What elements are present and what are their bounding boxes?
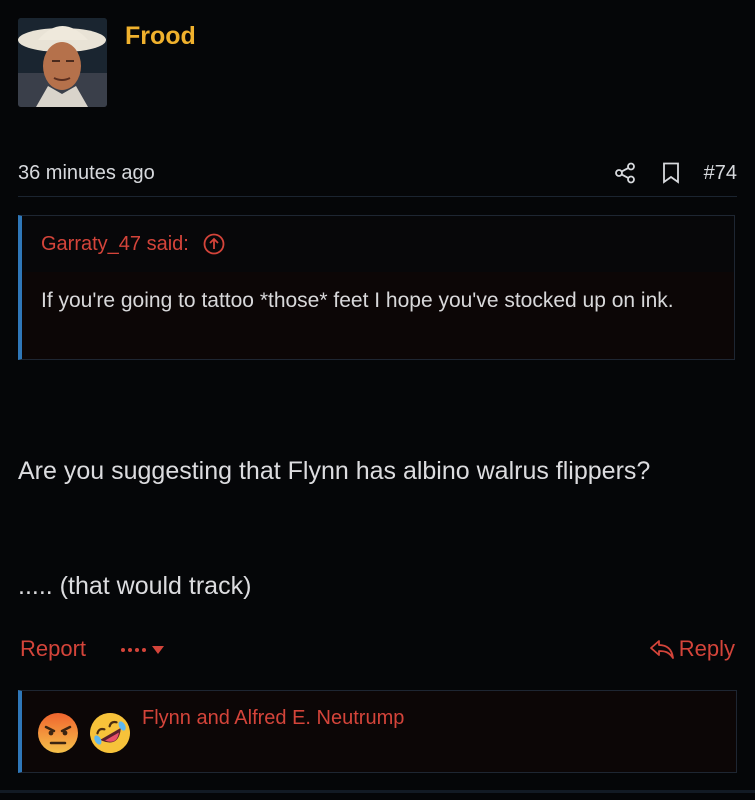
message-line-1: Are you suggesting that Flynn has albino…	[18, 457, 651, 485]
post-meta-row: 36 minutes ago #74	[18, 158, 737, 197]
forum-post: Frood 36 minutes ago #74 Garraty_47 said…	[0, 0, 755, 800]
bookmark-icon[interactable]	[662, 162, 680, 184]
circle-up-arrow-icon[interactable]	[203, 233, 225, 255]
author-name[interactable]: Frood	[125, 22, 196, 51]
avatar[interactable]	[18, 18, 107, 107]
post-actions: Report Reply	[20, 634, 735, 666]
share-icon[interactable]	[614, 162, 636, 184]
post-divider	[0, 790, 755, 793]
quote-header: Garraty_47 said:	[22, 216, 734, 272]
reply-arrow-icon	[649, 638, 675, 660]
post-meta-icons: #74	[614, 158, 737, 188]
ellipsis-dropdown-icon[interactable]	[120, 638, 166, 662]
quote-attribution[interactable]: Garraty_47 said:	[41, 233, 189, 256]
post-timestamp[interactable]: 36 minutes ago	[18, 162, 155, 185]
quote-block: Garraty_47 said: If you're going to tatt…	[18, 215, 735, 360]
reactors-list[interactable]: Flynn and Alfred E. Neutrump	[142, 707, 404, 730]
reply-button[interactable]: Reply	[649, 636, 735, 662]
post-number-link[interactable]: #74	[704, 162, 737, 185]
report-link[interactable]: Report	[20, 636, 86, 662]
rofl-emoji-icon[interactable]	[88, 711, 132, 760]
reply-label: Reply	[678, 636, 735, 661]
reactions-bar: Flynn and Alfred E. Neutrump	[18, 690, 737, 773]
message-line-2: ..... (that would track)	[18, 572, 252, 600]
angry-emoji-icon[interactable]	[36, 711, 80, 760]
quote-text: If you're going to tattoo *those* feet I…	[22, 272, 734, 359]
